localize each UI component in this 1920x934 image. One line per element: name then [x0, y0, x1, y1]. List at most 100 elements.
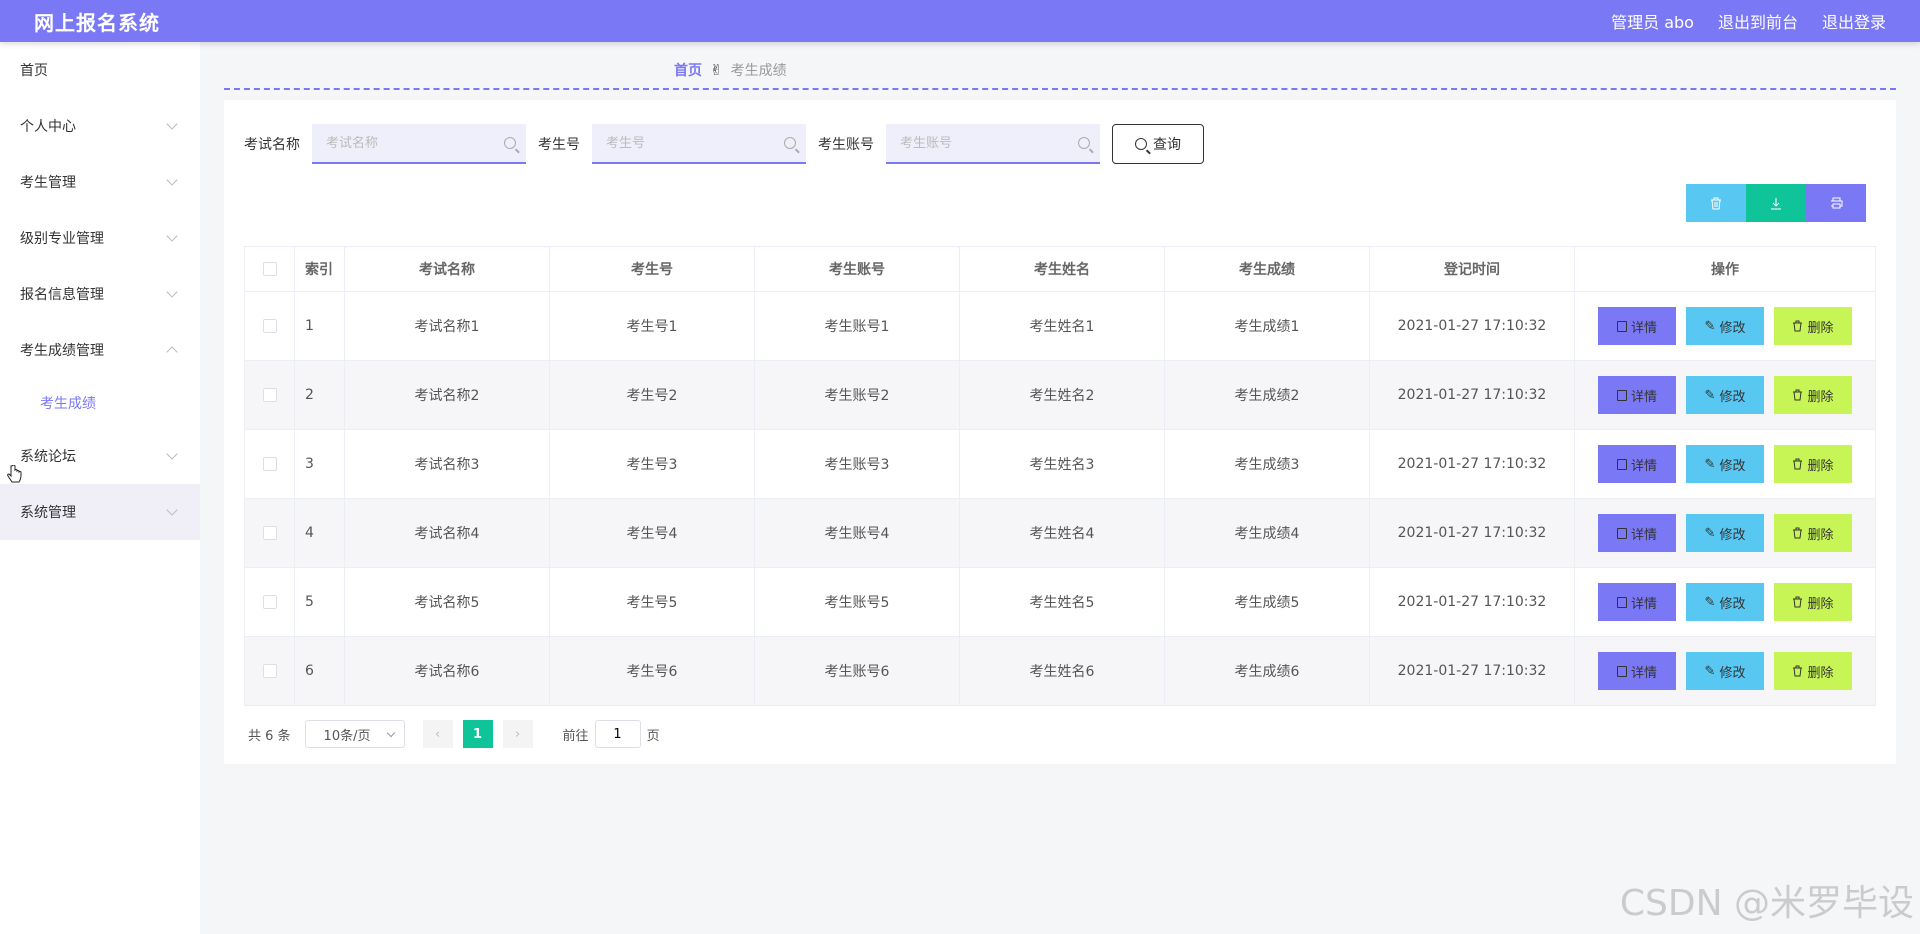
- table-header-row: 索引 考试名称 考生号 考生账号 考生姓名 考生成绩 登记时间 操作: [244, 246, 1876, 292]
- print-button[interactable]: [1806, 184, 1866, 222]
- delete-button[interactable]: 删除: [1774, 652, 1852, 690]
- query-button[interactable]: 查询: [1112, 124, 1204, 164]
- hand-icon: ✌: [710, 61, 723, 79]
- edit-button[interactable]: ✎ 修改: [1686, 514, 1764, 552]
- detail-button[interactable]: 详情: [1598, 376, 1676, 414]
- app-title: 网上报名系统: [34, 10, 160, 35]
- divider: [224, 88, 1896, 90]
- sidebar-item-label: 系统论坛: [20, 449, 76, 465]
- sidebar-item-label: 考生管理: [20, 175, 76, 191]
- detail-button[interactable]: 详情: [1598, 652, 1676, 690]
- column-header: 考试名称: [344, 246, 550, 292]
- student-no-cell: 考生号3: [549, 429, 755, 499]
- detail-button[interactable]: 详情: [1598, 583, 1676, 621]
- delete-label: 删除: [1807, 665, 1834, 681]
- table-row: 5 考试名称5 考生号5 考生账号5 考生姓名5 考生成绩5 2021-01-27 17:1…: [244, 567, 1876, 637]
- edit-button[interactable]: ✎ 修改: [1686, 445, 1764, 483]
- edit-button[interactable]: ✎ 修改: [1686, 376, 1764, 414]
- student-account-label: 考生账号: [818, 137, 874, 153]
- breadcrumb-home[interactable]: 首页: [674, 60, 702, 80]
- page-number-current[interactable]: 1: [462, 720, 493, 748]
- actions-cell: 详情 ✎ 修改 删除: [1574, 567, 1876, 637]
- table-row: 6 考试名称6 考生号6 考生账号6 考生姓名6 考生成绩6 2021-01-27 17:1…: [244, 636, 1876, 706]
- delete-button[interactable]: 删除: [1774, 583, 1852, 621]
- sidebar-item-scores-management[interactable]: 考生成绩管理: [0, 322, 200, 378]
- detail-button[interactable]: 详情: [1598, 514, 1676, 552]
- row-checkbox[interactable]: [262, 319, 277, 333]
- row-actions: 详情 ✎ 修改 删除: [1575, 583, 1875, 621]
- student-name-cell: 考生姓名4: [959, 498, 1165, 568]
- select-all-checkbox[interactable]: [262, 262, 277, 276]
- register-time-cell: 2021-01-27 17:10:32: [1369, 429, 1575, 499]
- sidebar-item-label: 考生成绩: [40, 396, 96, 412]
- trash-icon: [1793, 527, 1803, 539]
- row-index: 6: [294, 636, 345, 706]
- goto-page-input[interactable]: [594, 720, 641, 748]
- trash-icon: [1793, 320, 1803, 332]
- row-checkbox[interactable]: [262, 388, 277, 402]
- sidebar-item-registration[interactable]: 报名信息管理: [0, 266, 200, 322]
- student-account-cell: 考生账号6: [754, 636, 960, 706]
- sidebar-item-levels[interactable]: 级别专业管理: [0, 210, 200, 266]
- trash-icon: [1793, 389, 1803, 401]
- row-checkbox[interactable]: [262, 664, 277, 678]
- logout-link[interactable]: 退出登录: [1822, 9, 1886, 33]
- student-no-input[interactable]: [606, 135, 766, 151]
- hand-cursor-icon: [7, 465, 22, 483]
- student-name-cell: 考生姓名5: [959, 567, 1165, 637]
- edit-button[interactable]: ✎ 修改: [1686, 583, 1764, 621]
- row-index: 5: [294, 567, 345, 637]
- exam-name-cell: 考试名称6: [344, 636, 550, 706]
- actions-cell: 详情 ✎ 修改 删除: [1574, 360, 1876, 430]
- pencil-icon: ✎: [1704, 663, 1716, 679]
- column-header: 考生姓名: [959, 246, 1165, 292]
- student-score-cell: 考生成绩4: [1164, 498, 1370, 568]
- edit-button[interactable]: ✎ 修改: [1686, 307, 1764, 345]
- row-checkbox[interactable]: [262, 595, 277, 609]
- student-account-input[interactable]: [900, 135, 1060, 151]
- delete-button[interactable]: 删除: [1774, 514, 1852, 552]
- page-size-select[interactable]: 10条/页: [304, 720, 405, 748]
- trash-icon: [1793, 596, 1803, 608]
- student-no-field: [592, 124, 806, 164]
- next-page-button[interactable]: ›: [502, 720, 533, 748]
- student-no-cell: 考生号4: [549, 498, 755, 568]
- table-row: 4 考试名称4 考生号4 考生账号4 考生姓名4 考生成绩4 2021-01-27 17:1…: [244, 498, 1876, 568]
- row-index: 3: [294, 429, 345, 499]
- student-name-cell: 考生姓名6: [959, 636, 1165, 706]
- delete-button[interactable]: 删除: [1774, 445, 1852, 483]
- admin-label: 管理员 abo: [1611, 13, 1694, 32]
- edit-label: 修改: [1719, 458, 1746, 474]
- detail-button[interactable]: 详情: [1598, 445, 1676, 483]
- row-checkbox[interactable]: [262, 526, 277, 540]
- export-button[interactable]: [1746, 184, 1806, 222]
- sidebar-item-system[interactable]: 系统管理: [0, 484, 200, 540]
- edit-button[interactable]: ✎ 修改: [1686, 652, 1764, 690]
- delete-button[interactable]: 删除: [1774, 307, 1852, 345]
- sidebar-item-label: 报名信息管理: [20, 287, 104, 303]
- row-select-cell: [244, 429, 295, 499]
- sidebar-subitem-scores[interactable]: 考生成绩: [0, 378, 200, 428]
- trash-icon: [1793, 665, 1803, 677]
- sidebar-item-forum[interactable]: 系统论坛: [0, 428, 200, 484]
- printer-icon: [1830, 197, 1842, 209]
- register-time-cell: 2021-01-27 17:10:32: [1369, 567, 1575, 637]
- row-checkbox[interactable]: [262, 457, 277, 471]
- detail-button[interactable]: 详情: [1598, 307, 1676, 345]
- sidebar-item-students[interactable]: 考生管理: [0, 154, 200, 210]
- row-select-cell: [244, 498, 295, 568]
- batch-delete-button[interactable]: [1686, 184, 1746, 222]
- chevron-down-icon: [166, 118, 178, 130]
- sidebar-item-profile[interactable]: 个人中心: [0, 98, 200, 154]
- sidebar-item-home[interactable]: 首页: [0, 42, 200, 98]
- trash-icon: [1793, 458, 1803, 470]
- actions-cell: 详情 ✎ 修改 删除: [1574, 498, 1876, 568]
- search-bar: 考试名称 考生号 考生账号 查询: [244, 124, 1204, 164]
- exam-name-input[interactable]: [326, 135, 486, 151]
- back-to-front-link[interactable]: 退出到前台: [1718, 9, 1798, 33]
- student-score-cell: 考生成绩3: [1164, 429, 1370, 499]
- delete-button[interactable]: 删除: [1774, 376, 1852, 414]
- prev-page-button[interactable]: ‹: [422, 720, 453, 748]
- detail-label: 详情: [1630, 320, 1657, 336]
- sidebar: 首页 个人中心 考生管理 级别专业管理 报名信息管理 考生成绩管理 考生成绩 系…: [0, 42, 200, 934]
